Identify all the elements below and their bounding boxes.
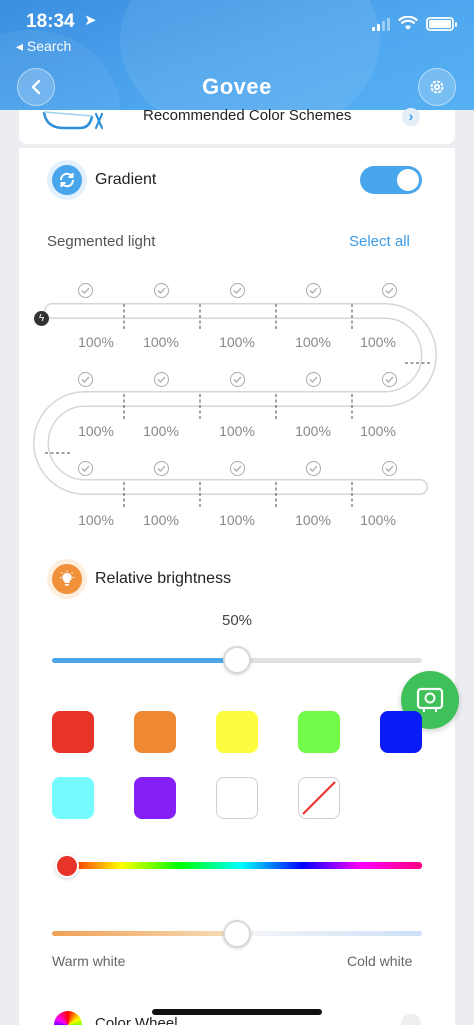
control-card (19, 148, 455, 1025)
power-plug-icon: ϟ (34, 311, 49, 326)
segment-3-percent: 100% (219, 334, 255, 350)
warm-white-label: Warm white (52, 953, 126, 969)
segment-9-percent: 100% (295, 423, 331, 439)
swatch-green[interactable] (298, 711, 340, 753)
camera-icon (416, 687, 444, 712)
swatch-yellow[interactable] (216, 711, 258, 753)
segment-14-check-icon[interactable] (306, 461, 321, 476)
swatch-white[interactable] (216, 777, 258, 819)
app-header: 18:34 ➤ ◂ Search Govee (0, 0, 474, 110)
segment-15-check-icon[interactable] (382, 461, 397, 476)
wifi-icon (398, 16, 418, 30)
segment-4-check-icon[interactable] (306, 283, 321, 298)
swatch-red[interactable] (52, 711, 94, 753)
brightness-slider-fill (52, 658, 237, 663)
back-to-search-link[interactable]: ◂ Search (16, 38, 71, 55)
hue-slider-thumb[interactable] (55, 854, 79, 878)
segment-10-check-icon[interactable] (382, 372, 397, 387)
cellular-signal-icon (372, 17, 390, 31)
segment-10-percent: 100% (360, 423, 396, 439)
swatch-none[interactable] (298, 777, 340, 819)
gradient-toggle[interactable] (360, 166, 422, 194)
swatch-cyan[interactable] (52, 777, 94, 819)
segment-9-check-icon[interactable] (306, 372, 321, 387)
segment-8-percent: 100% (219, 423, 255, 439)
select-all-link[interactable]: Select all (349, 233, 410, 250)
segmented-light-title: Segmented light (47, 233, 156, 250)
segment-1-check-icon[interactable] (78, 283, 93, 298)
segment-12-percent: 100% (143, 512, 179, 528)
segment-15-percent: 100% (360, 512, 396, 528)
segment-4-percent: 100% (295, 334, 331, 350)
segment-2-check-icon[interactable] (154, 283, 169, 298)
bulb-icon (52, 564, 82, 594)
swatch-orange[interactable] (134, 711, 176, 753)
segment-7-check-icon[interactable] (154, 372, 169, 387)
segment-1-percent: 100% (78, 334, 114, 350)
location-arrow-icon: ➤ (84, 12, 97, 29)
segment-2-percent: 100% (143, 334, 179, 350)
temperature-slider-thumb[interactable] (223, 920, 251, 948)
segment-3-check-icon[interactable] (230, 283, 245, 298)
segment-7-percent: 100% (143, 423, 179, 439)
swatch-blue[interactable] (380, 711, 422, 753)
recommended-schemes-label: Recommended Color Schemes (143, 107, 352, 124)
gradient-cycle-icon (52, 165, 82, 195)
toggle-knob (397, 169, 419, 191)
segment-13-percent: 100% (219, 512, 255, 528)
relative-brightness-label: Relative brightness (95, 570, 232, 587)
segment-12-check-icon[interactable] (154, 461, 169, 476)
battery-icon (426, 16, 457, 31)
segment-6-check-icon[interactable] (78, 372, 93, 387)
hue-slider-track[interactable] (60, 862, 422, 869)
brightness-slider-thumb[interactable] (223, 646, 251, 674)
segment-5-percent: 100% (360, 334, 396, 350)
cold-white-label: Cold white (347, 953, 413, 969)
home-indicator (152, 1009, 322, 1015)
settings-button[interactable] (418, 68, 456, 106)
color-wheel-label: Color Wheel (95, 1015, 178, 1025)
segment-8-check-icon[interactable] (230, 372, 245, 387)
light-strip-diagram (33, 303, 437, 508)
segment-13-check-icon[interactable] (230, 461, 245, 476)
brand-logo: Govee (202, 74, 272, 99)
segment-5-check-icon[interactable] (382, 283, 397, 298)
gradient-label: Gradient (95, 171, 157, 188)
segment-11-check-icon[interactable] (78, 461, 93, 476)
device-thumbnail-icon (42, 111, 104, 130)
brightness-value: 50% (221, 612, 253, 629)
segment-14-percent: 100% (295, 512, 331, 528)
chevron-right-icon[interactable]: › (402, 108, 420, 126)
segment-6-percent: 100% (78, 423, 114, 439)
gear-icon (430, 80, 444, 94)
status-time: 18:34 (26, 11, 75, 32)
swatch-purple[interactable] (134, 777, 176, 819)
segment-11-percent: 100% (78, 512, 114, 528)
no-color-slash-icon (302, 781, 336, 815)
status-indicators (372, 16, 457, 31)
